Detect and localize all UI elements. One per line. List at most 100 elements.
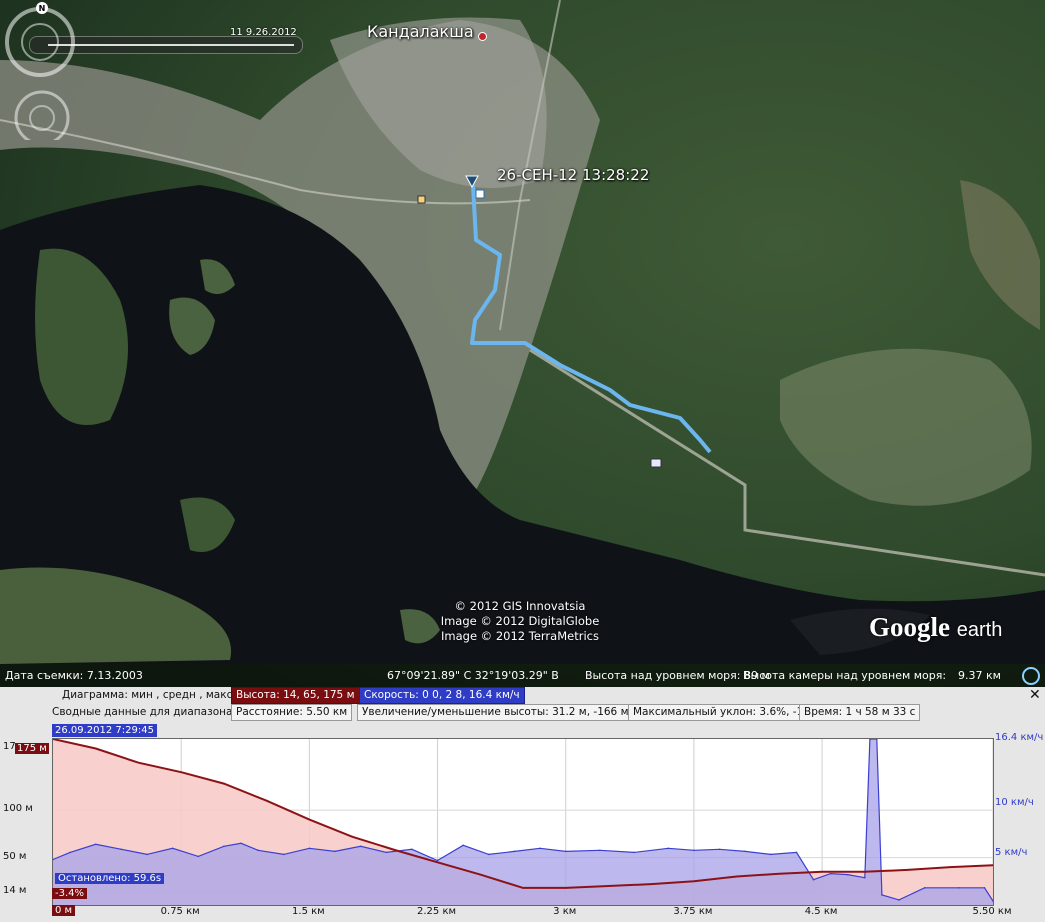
- y-left-tick-0: 14 м: [3, 884, 27, 896]
- grade-badge: -3.4%: [52, 888, 88, 899]
- altitude-point-3: [180, 771, 182, 773]
- x-tick-3: 2.25 км: [417, 906, 457, 917]
- speed-point-32: [846, 873, 849, 876]
- altitude-point-1: [94, 747, 97, 750]
- altitude-point-15: [693, 880, 695, 883]
- altitude-point-11: [522, 887, 524, 889]
- speed-point-22: [599, 849, 601, 852]
- max-altitude-badge: 175 м: [15, 743, 49, 754]
- slider-date: 11 9.26.2012: [230, 27, 297, 38]
- speed-point-27: [744, 850, 746, 853]
- altitude-point-9: [436, 861, 439, 864]
- look-joystick-icon[interactable]: [14, 90, 70, 140]
- speed-point-24: [667, 847, 670, 850]
- altitude-point-14: [650, 883, 652, 885]
- speed-point-2: [94, 843, 97, 846]
- altitude-point-4: [223, 782, 225, 785]
- altitude-point-6: [308, 818, 311, 821]
- speed-point-12: [334, 850, 336, 853]
- speed-point-7: [223, 845, 225, 848]
- speed-point-9: [257, 849, 259, 852]
- start-distance-badge: 0 м: [52, 905, 76, 916]
- speed-point-16: [436, 859, 439, 862]
- profile-plot[interactable]: [52, 738, 994, 906]
- speed-point-28: [770, 853, 772, 856]
- svg-text:N: N: [39, 4, 46, 13]
- speed-point-8: [240, 842, 242, 845]
- speed-point-23: [633, 851, 635, 854]
- altitude-point-7: [351, 835, 353, 838]
- y-left-tick-1: 50 м: [3, 850, 27, 862]
- close-icon[interactable]: ✕: [1029, 687, 1041, 703]
- satellite-imagery: [0, 0, 1045, 687]
- imagery-date: Дата съемки: 7.13.2003: [5, 669, 143, 682]
- speed-point-21: [564, 850, 567, 853]
- speed-point-38: [923, 886, 926, 889]
- map-view[interactable]: 11 9.26.2012 Кандалакша 26-СЕН-12 13:28:…: [0, 0, 1045, 687]
- speed-point-5: [171, 847, 174, 850]
- x-tick-5: 3.75 км: [673, 906, 713, 917]
- speed-point-20: [539, 847, 541, 850]
- y-right-tick-1: 10 км/ч: [995, 796, 1034, 808]
- city-label[interactable]: Кандалакша: [367, 22, 474, 41]
- altitude-point-2: [137, 761, 140, 764]
- x-tick-2: 1.5 км: [292, 906, 325, 917]
- altitude-point-13: [607, 885, 610, 887]
- speed-point-6: [197, 855, 200, 858]
- speed-point-19: [513, 850, 516, 853]
- chart-selector-row: Диаграмма: мин , средн , макс Высота: 14…: [0, 687, 1045, 704]
- status-bar: Дата съемки: 7.13.2003 67°09'21.89" С 32…: [0, 664, 1045, 687]
- speed-point-31: [829, 872, 832, 875]
- altitude-toggle[interactable]: Высота: 14, 65, 175 м: [231, 687, 360, 704]
- google-earth-logo: Google earth: [869, 612, 1003, 642]
- altitude-point-16: [735, 875, 738, 878]
- altitude-point-10: [479, 873, 482, 876]
- y-right-tick-2: 16.4 км/ч: [995, 732, 1044, 743]
- speed-point-15: [411, 848, 413, 851]
- altitude-point-21: [949, 866, 952, 868]
- y-right-tick-0: 5 км/ч: [995, 847, 1028, 859]
- stopped-badge: Остановлено: 59.6s: [55, 873, 165, 884]
- track-timestamp: 26-СЕН-12 13:28:22: [497, 166, 650, 184]
- elevation-gain-value: Увеличение/уменьшение высоты: 31.2 м, -1…: [357, 704, 634, 721]
- profile-chart[interactable]: [53, 739, 993, 905]
- imagery-credits: © 2012 GIS Innovatsia Image © 2012 Digit…: [440, 599, 600, 643]
- speed-point-18: [488, 853, 490, 856]
- x-tick-1: 0.75 км: [160, 906, 200, 917]
- navigation-controls[interactable]: N: [0, 0, 80, 140]
- summary-row: Сводные данные для диапазона: Расстояние…: [0, 704, 1045, 721]
- x-tick-6: 4.5 км: [804, 906, 838, 917]
- speed-point-13: [359, 845, 362, 848]
- elevation-profile-panel: Диаграмма: мин , средн , макс Высота: 14…: [0, 687, 1045, 922]
- speed-point-29: [795, 851, 798, 854]
- altitude-point-8: [394, 849, 396, 851]
- x-tick-7: 5.50 км: [972, 906, 1012, 917]
- speed-point-40: [983, 886, 986, 889]
- speed-point-26: [718, 848, 721, 851]
- speed-point-39: [958, 886, 960, 889]
- cursor-date: 26.09.2012 7:29:45: [52, 724, 157, 737]
- speed-point-14: [385, 851, 388, 854]
- altitude-point-18: [821, 871, 823, 873]
- earth-globe-icon[interactable]: [1022, 667, 1040, 685]
- summary-label: Сводные данные для диапазона:: [52, 706, 236, 718]
- speed-point-4: [146, 853, 148, 856]
- speed-toggle[interactable]: Скорость: 0 0, 2 8, 16.4 км/ч: [359, 687, 525, 704]
- speed-point-37: [898, 899, 900, 901]
- speed-point-1: [69, 851, 71, 854]
- compass-icon[interactable]: N: [5, 2, 75, 77]
- altitude-point-5: [265, 799, 268, 802]
- y-left-tick-2: 100 м: [3, 803, 33, 815]
- eye-altitude-label: Высота камеры над уровнем моря:: [743, 669, 947, 682]
- coordinates: 67°09'21.89" С 32°19'03.29" В: [387, 669, 559, 682]
- speed-point-36: [881, 894, 883, 896]
- eye-altitude-value: 9.37 км: [958, 669, 1001, 682]
- altitude-point-19: [864, 871, 866, 873]
- speed-point-33: [864, 876, 866, 879]
- speed-point-11: [308, 847, 311, 850]
- speed-point-30: [812, 878, 815, 881]
- y-axis-cut-label: 17: [3, 741, 16, 752]
- speed-point-25: [693, 849, 695, 852]
- distance-value: Расстояние: 5.50 км: [231, 704, 353, 721]
- city-marker-icon[interactable]: [478, 32, 487, 41]
